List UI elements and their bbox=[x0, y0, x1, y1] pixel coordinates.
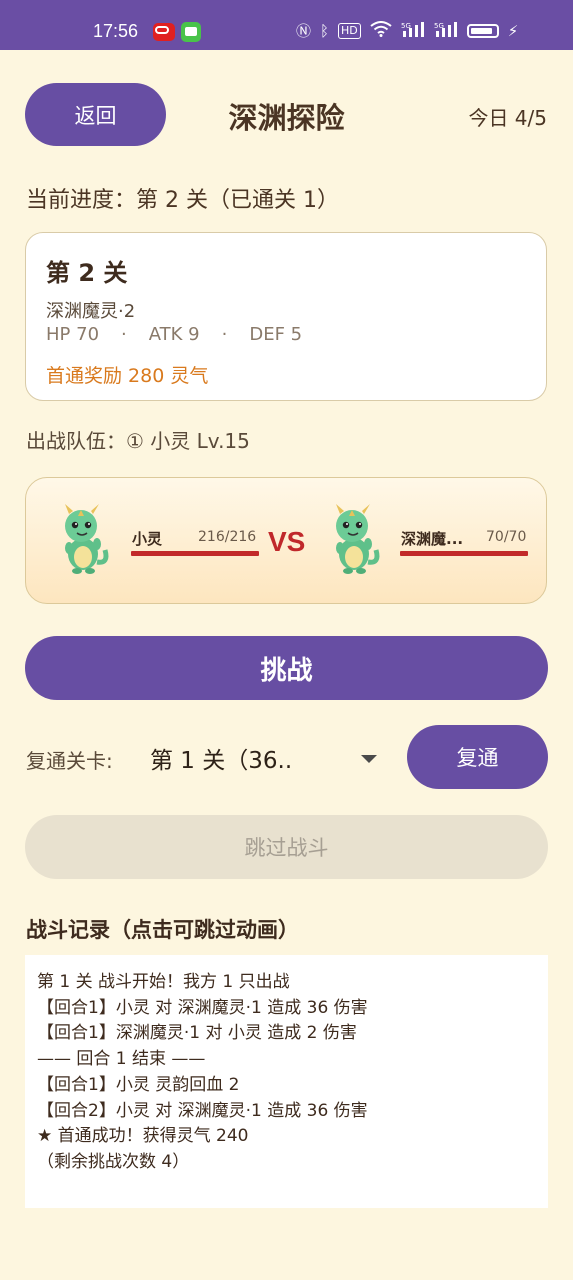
battle-log-title: 战斗记录（点击可跳过动画） bbox=[26, 918, 299, 942]
daily-attempts: 今日 4/5 bbox=[468, 106, 547, 130]
log-line: 【回合2】小灵 对 深渊魔灵·1 造成 36 伤害 bbox=[37, 1100, 368, 1121]
bluetooth-icon: ᛒ bbox=[320, 21, 330, 40]
hp-stat: HP 70 bbox=[46, 324, 100, 345]
message-notification-icon bbox=[181, 22, 201, 42]
status-time: 17:56 bbox=[93, 21, 139, 41]
vs-label: VS bbox=[268, 526, 306, 557]
player-name: 小灵 bbox=[132, 530, 163, 548]
challenge-button[interactable]: 挑战 bbox=[25, 636, 548, 700]
log-line: ★ 首通成功！获得灵气 240 bbox=[37, 1126, 249, 1147]
log-line: 第 1 关 战斗开始！我方 1 只出战 bbox=[37, 972, 290, 992]
nfc-icon: Ⓝ bbox=[296, 22, 312, 40]
enemy-hp: 70/70 bbox=[486, 529, 527, 545]
player-dragon-icon bbox=[65, 504, 109, 574]
first-clear-reward: 首通奖励 280 灵气 bbox=[46, 365, 209, 387]
wifi-icon bbox=[370, 20, 392, 41]
battle-panel[interactable]: 小灵 216/216 VS 深渊魔... 70/70 bbox=[25, 477, 547, 604]
charging-icon: ⚡ bbox=[507, 21, 519, 40]
signal-5g-icon: 5G bbox=[401, 21, 425, 41]
replay-selected-value: 第 1 关（36.. bbox=[150, 748, 293, 774]
enemy-dragon-icon bbox=[336, 504, 380, 574]
stage-name: 第 2 关 bbox=[46, 259, 128, 287]
enemy-stats: HP 70 · ATK 9 · DEF 5 bbox=[46, 324, 302, 345]
status-bar: 17:56 Ⓝ ᛒ HD 5G 5G ⚡ bbox=[0, 0, 573, 50]
enemy-hp-bar bbox=[400, 551, 528, 556]
log-line: —— 回合 1 结束 —— bbox=[37, 1049, 206, 1070]
battle-log[interactable]: 第 1 关 战斗开始！我方 1 只出战 【回合1】小灵 对 深渊魔灵·1 造成 … bbox=[25, 955, 548, 1208]
enemy-name-battle: 深渊魔... bbox=[401, 530, 464, 548]
atk-stat: ATK 9 bbox=[148, 324, 200, 345]
enemy-name: 深渊魔灵·2 bbox=[46, 301, 136, 322]
def-stat: DEF 5 bbox=[249, 324, 303, 345]
replay-button[interactable]: 复通 bbox=[407, 725, 548, 789]
team-text: 出战队伍：① 小灵 Lv.15 bbox=[26, 429, 250, 453]
replay-stage-select[interactable]: 第 1 关（36.. bbox=[150, 741, 385, 777]
log-line: 【回合1】小灵 对 深渊魔灵·1 造成 36 伤害 bbox=[37, 997, 368, 1018]
replay-label: 复通关卡: bbox=[26, 749, 113, 773]
signal-5g-icon: 5G bbox=[434, 21, 458, 41]
skip-battle-button[interactable]: 跳过战斗 bbox=[25, 815, 548, 879]
stage-card: 第 2 关 深渊魔灵·2 HP 70 · ATK 9 · DEF 5 首通奖励 … bbox=[25, 232, 547, 401]
player-hp: 216/216 bbox=[198, 529, 257, 545]
stat-separator: · bbox=[221, 324, 228, 345]
log-line: （剩余挑战次数 4） bbox=[37, 1151, 190, 1172]
player-hp-bar bbox=[131, 551, 259, 556]
battery-icon bbox=[466, 23, 499, 38]
hd-icon: HD bbox=[338, 22, 361, 39]
log-line: 【回合1】深渊魔灵·1 对 小灵 造成 2 伤害 bbox=[37, 1023, 357, 1044]
app-notification-icon bbox=[153, 23, 175, 41]
log-line: 【回合1】小灵 灵韵回血 2 bbox=[37, 1074, 240, 1095]
status-icons: Ⓝ ᛒ HD 5G 5G ⚡ bbox=[296, 20, 518, 41]
stat-separator: · bbox=[121, 324, 127, 345]
dropdown-arrow-icon bbox=[361, 755, 377, 763]
progress-text: 当前进度：第 2 关（已通关 1） bbox=[26, 188, 339, 213]
